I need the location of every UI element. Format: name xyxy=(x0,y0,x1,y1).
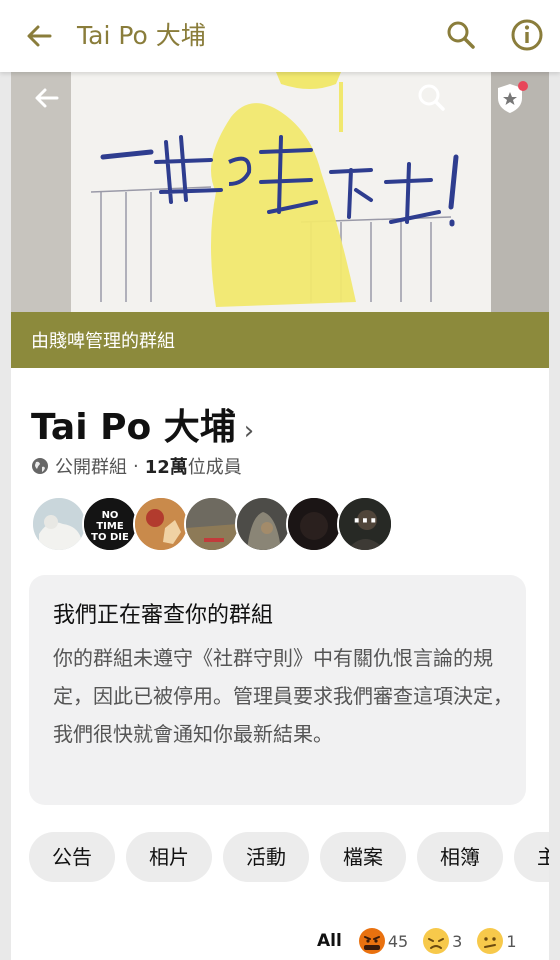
privacy-label: 公開群組 xyxy=(55,457,127,478)
member-avatar-3[interactable] xyxy=(133,496,189,552)
globe-icon xyxy=(32,458,48,474)
svg-text:NO: NO xyxy=(102,510,119,521)
chevron-right-icon: › xyxy=(243,416,255,446)
tab-files[interactable]: 檔案 xyxy=(320,832,406,882)
svg-text:TIME: TIME xyxy=(96,521,123,532)
sad-count: 3 xyxy=(452,931,463,951)
admin-banner: 由賤啤管理的群組 xyxy=(11,312,549,368)
member-avatar-1[interactable] xyxy=(31,496,87,552)
group-tabs: 公告相片活動檔案相簿主題 xyxy=(29,832,549,886)
angry-emoji-icon xyxy=(358,927,386,955)
member-avatar-5[interactable] xyxy=(235,496,291,552)
member-count: 12萬 xyxy=(144,457,188,478)
group-card: 由賤啤管理的群組 Tai Po 大埔 › 公開群組 · 12萬 位成員 NO TIM… xyxy=(11,72,549,960)
more-members-icon: ··· xyxy=(339,498,391,550)
tab-topics[interactable]: 主題 xyxy=(514,832,549,882)
reaction-summary[interactable]: All 45 3 1 xyxy=(317,926,517,956)
group-name-text: Tai Po 大埔 xyxy=(31,407,236,448)
review-notice: 我們正在審查你的群組 你的群組未遵守《社群守則》中有關仇恨言論的規定，因此已被停… xyxy=(29,575,526,805)
cover-image xyxy=(11,72,549,312)
tab-photos[interactable]: 相片 xyxy=(126,832,212,882)
cover-search-icon[interactable] xyxy=(412,78,452,118)
page-title: Tai Po 大埔 xyxy=(77,21,206,50)
info-icon[interactable] xyxy=(510,18,544,52)
tab-events[interactable]: 活動 xyxy=(223,832,309,882)
reactions-all-tab[interactable]: All xyxy=(317,931,342,951)
member-avatar-6[interactable] xyxy=(286,496,342,552)
confused-count: 1 xyxy=(506,931,517,951)
shield-star-icon[interactable] xyxy=(490,78,530,118)
member-avatar-2[interactable]: NO TIME TO DIE xyxy=(82,496,138,552)
arrow-left-icon[interactable] xyxy=(24,20,56,52)
confused-emoji-icon xyxy=(476,927,504,955)
group-name[interactable]: Tai Po 大埔 › xyxy=(31,398,254,450)
member-avatar-4[interactable] xyxy=(184,496,240,552)
cover-back-icon[interactable] xyxy=(27,78,67,118)
cover-photo xyxy=(11,72,549,312)
svg-text:TO DIE: TO DIE xyxy=(91,532,129,543)
tab-announcements[interactable]: 公告 xyxy=(29,832,115,882)
member-avatar-7[interactable]: ··· xyxy=(337,496,393,552)
search-icon[interactable] xyxy=(444,18,478,52)
app-bar: Tai Po 大埔 xyxy=(0,0,560,72)
group-meta: 公開群組 · 12萬 位成員 xyxy=(31,453,242,479)
member-suffix: 位成員 xyxy=(187,457,242,478)
tab-albums[interactable]: 相簿 xyxy=(417,832,503,882)
angry-count: 45 xyxy=(387,931,409,951)
notice-title: 我們正在審查你的群組 xyxy=(53,603,274,628)
admin-banner-label: 由賤啤管理的群組 xyxy=(31,331,175,352)
meta-separator: · xyxy=(133,455,139,477)
notice-body: 你的群組未遵守《社群守則》中有關仇恨言論的規定，因此已被停用。管理員要求我們審查… xyxy=(53,646,513,746)
sad-emoji-icon xyxy=(422,927,450,955)
